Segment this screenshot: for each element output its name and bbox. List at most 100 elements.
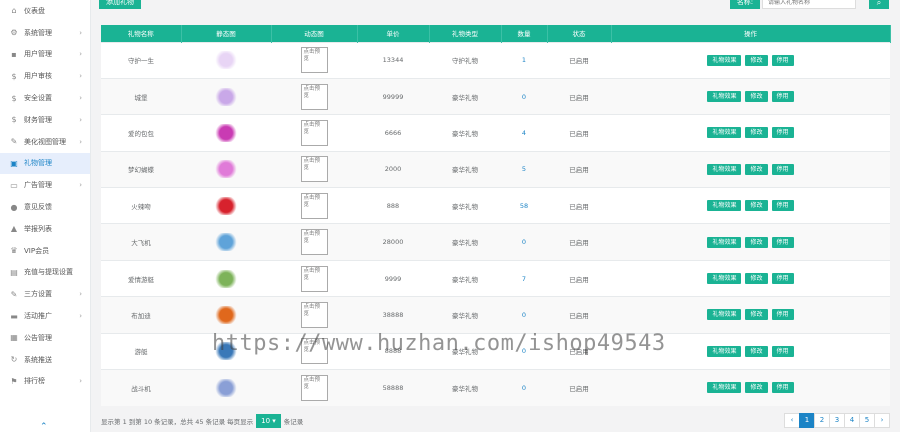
page-button[interactable]: 1 bbox=[799, 413, 815, 428]
sidebar-item[interactable]: ✎ 三方设置 › bbox=[0, 283, 90, 305]
disable-button[interactable]: 停用 bbox=[771, 273, 794, 285]
sidebar-item[interactable]: ▭ 广告管理 › bbox=[0, 174, 90, 196]
edit-button[interactable]: 修改 bbox=[745, 309, 768, 321]
sidebar-item[interactable]: ↻ 系统推送 bbox=[0, 349, 90, 371]
disable-button[interactable]: 停用 bbox=[771, 382, 794, 394]
broken-image-icon[interactable]: 点击预览 bbox=[300, 47, 328, 74]
sidebar-item[interactable]: ▬ 活动推广 › bbox=[0, 305, 90, 327]
broken-image-icon[interactable]: 点击预览 bbox=[300, 338, 328, 365]
gift-type: 豪华礼物 bbox=[429, 150, 501, 188]
gift-price: 2000 bbox=[357, 150, 429, 188]
gift-quantity[interactable]: 0 bbox=[501, 369, 547, 406]
gift-quantity[interactable]: 5 bbox=[501, 150, 547, 188]
actions-cell: 礼物效果 修改 停用 bbox=[611, 296, 890, 334]
edit-button[interactable]: 修改 bbox=[745, 163, 768, 175]
disable-button[interactable]: 停用 bbox=[771, 345, 794, 357]
edit-button[interactable]: 修改 bbox=[745, 127, 768, 139]
gift-image bbox=[215, 342, 237, 361]
disable-button[interactable]: 停用 bbox=[771, 54, 794, 66]
edit-button[interactable]: 修改 bbox=[745, 382, 768, 394]
disable-button[interactable]: 停用 bbox=[771, 163, 794, 175]
gift-effect-button[interactable]: 礼物效果 bbox=[707, 273, 742, 285]
broken-image-icon[interactable]: 点击预览 bbox=[300, 83, 328, 110]
sidebar-item[interactable]: $ 安全设置 › bbox=[0, 87, 90, 109]
broken-image-icon[interactable]: 点击预览 bbox=[300, 301, 328, 328]
record-suffix: 条记录 bbox=[283, 418, 304, 426]
gift-quantity[interactable]: 4 bbox=[501, 114, 547, 152]
edit-button[interactable]: 修改 bbox=[745, 91, 768, 103]
chevron-up-icon[interactable]: ⌃ bbox=[40, 422, 48, 432]
broken-image-icon[interactable]: 点击预览 bbox=[300, 265, 328, 292]
sidebar-item[interactable]: ✎ 美化视图管理 › bbox=[0, 131, 90, 153]
static-image-cell bbox=[181, 187, 271, 224]
page-button[interactable]: 4 bbox=[844, 413, 860, 428]
page-button[interactable]: 2 bbox=[814, 413, 830, 428]
gift-effect-button[interactable]: 礼物效果 bbox=[707, 309, 742, 321]
gift-effect-button[interactable]: 礼物效果 bbox=[707, 54, 742, 66]
gift-type: 豪华礼物 bbox=[429, 114, 501, 152]
broken-image-icon[interactable]: 点击预览 bbox=[300, 229, 328, 256]
broken-image-icon[interactable]: 点击预览 bbox=[300, 192, 328, 219]
gift-quantity[interactable]: 1 bbox=[501, 41, 547, 79]
gift-quantity[interactable]: 0 bbox=[501, 77, 547, 115]
gift-effect-button[interactable]: 礼物效果 bbox=[707, 236, 742, 248]
gift-effect-button[interactable]: 礼物效果 bbox=[707, 163, 742, 175]
edit-button[interactable]: 修改 bbox=[745, 236, 768, 248]
pagination: ‹ 1 2 3 4 5 › bbox=[784, 413, 890, 428]
sidebar-item[interactable]: ▣ 礼物管理 bbox=[0, 152, 90, 175]
search-button[interactable]: ⌕ bbox=[869, 0, 889, 9]
disable-button[interactable]: 停用 bbox=[771, 127, 794, 139]
disable-button[interactable]: 停用 bbox=[771, 309, 794, 321]
sidebar-item[interactable]: ▦ 公告管理 bbox=[0, 327, 90, 349]
broken-image-icon[interactable]: 点击预览 bbox=[300, 119, 328, 146]
page-size-select[interactable]: 10 ▾ bbox=[256, 414, 281, 428]
gift-effect-button[interactable]: 礼物效果 bbox=[707, 91, 742, 103]
gift-quantity[interactable]: 0 bbox=[501, 223, 547, 261]
column-header: 静态图 bbox=[181, 25, 272, 42]
gift-price: 99999 bbox=[357, 77, 429, 115]
edit-button[interactable]: 修改 bbox=[745, 54, 768, 66]
disable-button[interactable]: 停用 bbox=[771, 200, 794, 212]
sidebar-item[interactable]: ▤ 充值与提现设置 bbox=[0, 262, 90, 284]
page-button[interactable]: 3 bbox=[829, 413, 845, 428]
prev-page-button[interactable]: ‹ bbox=[784, 413, 800, 428]
gift-quantity[interactable]: 0 bbox=[501, 332, 547, 370]
sidebar-item[interactable]: ▪ 用户管理 › bbox=[0, 44, 90, 66]
search-input[interactable] bbox=[762, 0, 856, 9]
chevron-right-icon: › bbox=[79, 312, 82, 321]
gift-quantity[interactable]: 7 bbox=[501, 259, 547, 297]
disable-button[interactable]: 停用 bbox=[771, 91, 794, 103]
sidebar-item[interactable]: ● 意见反馈 bbox=[0, 196, 90, 218]
edit-button[interactable]: 修改 bbox=[745, 345, 768, 357]
edit-button[interactable]: 修改 bbox=[745, 200, 768, 212]
disable-button[interactable]: 停用 bbox=[771, 236, 794, 248]
column-header: 礼物名称 bbox=[101, 25, 182, 42]
sidebar-item[interactable]: ♛ VIP会员 bbox=[0, 240, 90, 262]
chevron-right-icon: › bbox=[79, 50, 82, 59]
gift-effect-button[interactable]: 礼物效果 bbox=[707, 382, 742, 394]
sidebar-item[interactable]: $ 用户审核 › bbox=[0, 65, 90, 87]
sidebar-item[interactable]: ⚑ 排行榜 › bbox=[0, 371, 90, 393]
add-gift-button[interactable]: 添加礼物 bbox=[99, 0, 141, 9]
promo-icon: ▬ bbox=[10, 311, 18, 321]
actions-cell: 礼物效果 修改 停用 bbox=[611, 150, 890, 188]
sidebar-item[interactable]: ▲ 举报列表 bbox=[0, 218, 90, 240]
gift-effect-button[interactable]: 礼物效果 bbox=[707, 127, 742, 139]
page-button[interactable]: 5 bbox=[859, 413, 875, 428]
sidebar-item[interactable]: $ 财务管理 › bbox=[0, 109, 90, 131]
sidebar-item[interactable]: ⚙ 系统管理 › bbox=[0, 22, 90, 44]
broken-image-icon[interactable]: 点击预览 bbox=[300, 374, 328, 401]
gift-price: 58888 bbox=[357, 369, 429, 406]
gift-quantity[interactable]: 0 bbox=[501, 296, 547, 334]
edit-button[interactable]: 修改 bbox=[745, 273, 768, 285]
broken-image-icon[interactable]: 点击预览 bbox=[300, 156, 328, 183]
gift-quantity[interactable]: 58 bbox=[501, 187, 547, 224]
dynamic-image-cell: 点击预览 bbox=[271, 150, 357, 188]
table-row: 战斗机 点击预览 58888 豪华礼物 0 已启用 礼物效果 修改 停用 bbox=[101, 369, 890, 406]
chevron-right-icon: › bbox=[79, 28, 82, 37]
gift-effect-button[interactable]: 礼物效果 bbox=[707, 200, 742, 212]
next-page-button[interactable]: › bbox=[874, 413, 890, 428]
sidebar-item-label: 三方设置 bbox=[24, 290, 52, 299]
sidebar-item[interactable]: ⌂ 仪表盘 bbox=[0, 0, 90, 22]
gift-effect-button[interactable]: 礼物效果 bbox=[707, 345, 742, 357]
